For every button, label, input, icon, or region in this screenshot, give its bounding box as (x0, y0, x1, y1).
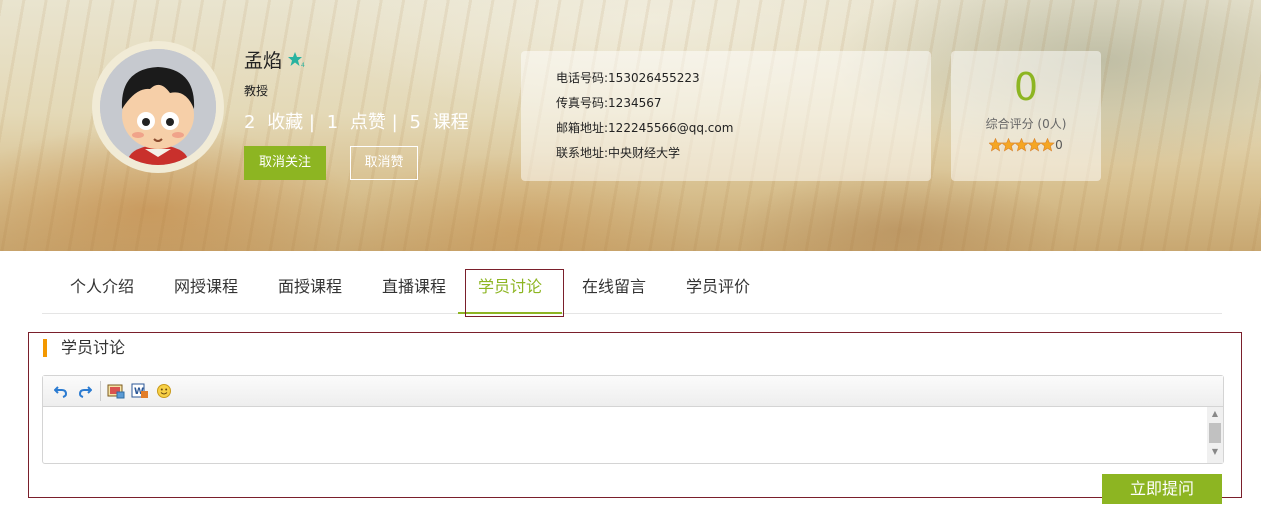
contact-fax: 传真号码:1234567 (556, 96, 662, 110)
avatar (92, 41, 224, 173)
favorites-count: 2 (244, 112, 256, 133)
emoji-icon[interactable] (154, 381, 174, 401)
tab-intro[interactable]: 个人介绍 (52, 264, 152, 314)
contact-address: 联系地址:中央财经大学 (556, 146, 681, 160)
level-star-icon: 4 (288, 51, 306, 68)
likes-count: 1 (326, 112, 339, 133)
rich-text-editor: W ▲ ▼ (42, 375, 1224, 464)
scroll-thumb[interactable] (1209, 423, 1221, 443)
contact-phone: 电话号码:153026455223 (556, 71, 700, 85)
rating-card: 0 综合评分 (0人) 0 (951, 51, 1101, 181)
discussion-section: 学员讨论 W ▲ ▼ (28, 332, 1242, 498)
teacher-name: 孟焰 4 (244, 46, 306, 73)
tab-student-discussion[interactable]: 学员讨论 (458, 264, 562, 314)
profile-tabs: 个人介绍 网授课程 面授课程 直播课程 学员讨论 在线留言 学员评价 (42, 264, 1222, 314)
courses-label: 课程 (432, 112, 469, 133)
unlike-button[interactable]: 取消赞 (350, 146, 418, 180)
scroll-up-icon[interactable]: ▲ (1207, 407, 1223, 421)
redo-icon[interactable] (75, 381, 95, 401)
section-title: 学员讨论 (43, 339, 125, 357)
scroll-down-icon[interactable]: ▼ (1207, 445, 1223, 459)
tab-student-reviews[interactable]: 学员评价 (668, 264, 768, 314)
rating-label: 综合评分 (0人) (985, 117, 1067, 131)
tab-offline-courses[interactable]: 面授课程 (260, 264, 360, 314)
rating-stars-count: 0 (1055, 138, 1063, 152)
teacher-title: 教授 (244, 84, 269, 98)
editor-content-area[interactable] (43, 407, 1223, 463)
tab-online-courses[interactable]: 网授课程 (156, 264, 256, 314)
teacher-stats: 2 收藏 | 1 点赞 | 5 课程 (244, 108, 475, 134)
svg-text:4: 4 (301, 62, 305, 68)
editor-scrollbar[interactable]: ▲ ▼ (1207, 407, 1223, 463)
word-icon[interactable]: W (130, 381, 150, 401)
likes-label: 点赞 | (349, 112, 398, 133)
rating-score: 0 (1013, 65, 1039, 109)
rating-stars: 0 (951, 138, 1101, 152)
courses-count: 5 (409, 112, 421, 133)
unfollow-button[interactable]: 取消关注 (244, 146, 326, 180)
avatar-image (100, 49, 216, 165)
tab-online-message[interactable]: 在线留言 (564, 264, 664, 314)
submit-question-button[interactable]: 立即提问 (1102, 474, 1222, 504)
contact-email: 邮箱地址:122245566@qq.com (556, 121, 734, 135)
undo-icon[interactable] (51, 381, 71, 401)
editor-toolbar: W (43, 376, 1223, 407)
teacher-name-text: 孟焰 (244, 50, 283, 72)
star-rating-icon (989, 138, 1055, 152)
contact-card: 电话号码:153026455223 传真号码:1234567 邮箱地址:1222… (521, 51, 931, 181)
favorites-label: 收藏 | (267, 112, 315, 133)
toolbar-divider (100, 381, 101, 401)
image-icon[interactable] (106, 381, 126, 401)
tab-live-courses[interactable]: 直播课程 (364, 264, 464, 314)
